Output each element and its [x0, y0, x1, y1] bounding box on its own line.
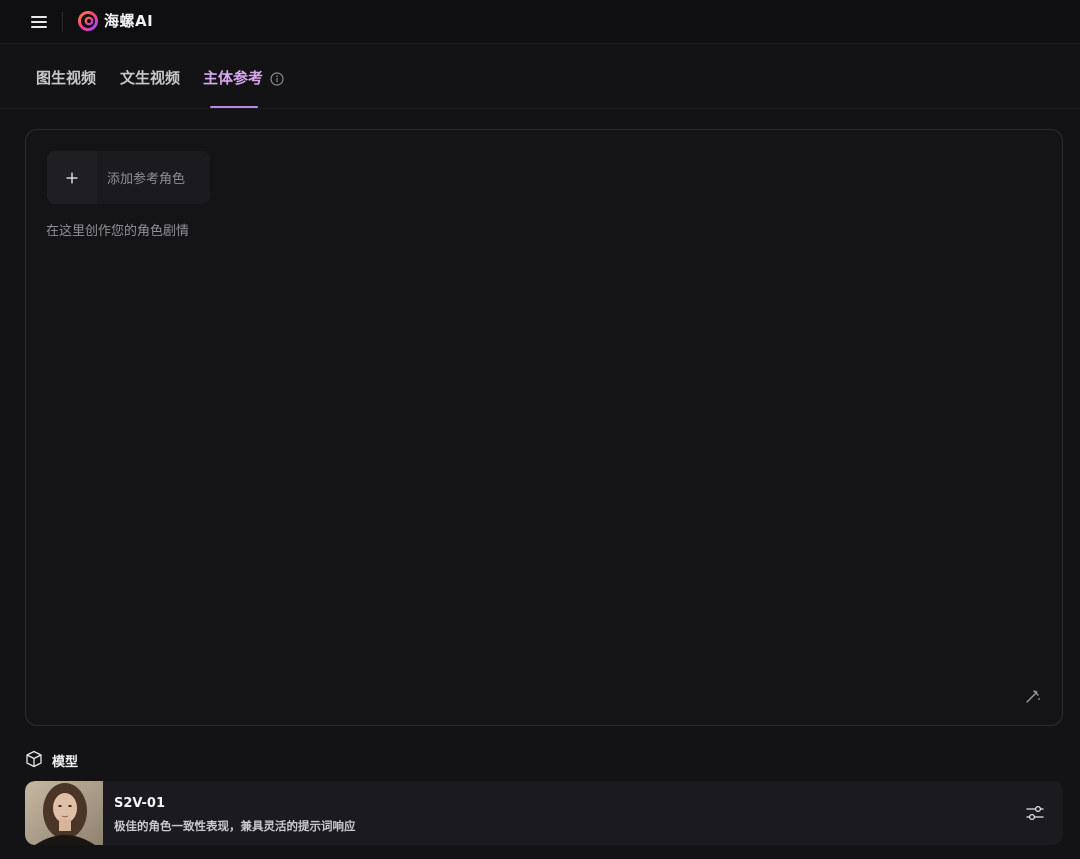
top-bar: 海螺AI — [0, 0, 1080, 44]
add-reference-label: 添加参考角色 — [107, 172, 186, 187]
info-icon[interactable] — [270, 71, 284, 86]
hailuo-logo-icon[interactable] — [78, 11, 98, 31]
model-description: 极佳的角色一致性表现，兼具灵活的提示词响应 — [114, 819, 356, 833]
active-tab-indicator — [210, 106, 258, 108]
brand-name[interactable]: 海螺AI — [104, 10, 153, 31]
hamburger-menu-icon[interactable] — [27, 11, 51, 33]
tab-subject-reference[interactable]: 主体参考 — [203, 67, 263, 88]
tab-text-to-video[interactable]: 文生视频 — [120, 67, 180, 88]
tab-image-to-video[interactable]: 图生视频 — [36, 67, 96, 88]
header-divider — [62, 12, 63, 32]
model-section-title: 模型 — [52, 755, 79, 770]
model-name: S2V-01 — [114, 796, 166, 811]
plus-icon — [47, 151, 97, 204]
mode-tabs: 图生视频 文生视频 主体参考 — [0, 45, 1080, 109]
prompt-input[interactable] — [46, 220, 1036, 660]
model-thumbnail — [25, 781, 103, 845]
cube-icon — [25, 750, 43, 768]
prompt-panel: 添加参考角色 — [25, 129, 1063, 726]
magic-wand-icon[interactable] — [1022, 685, 1044, 707]
add-reference-button[interactable]: 添加参考角色 — [47, 151, 210, 204]
model-card[interactable]: S2V-01 极佳的角色一致性表现，兼具灵活的提示词响应 — [25, 781, 1063, 845]
sliders-icon[interactable] — [1023, 801, 1047, 825]
